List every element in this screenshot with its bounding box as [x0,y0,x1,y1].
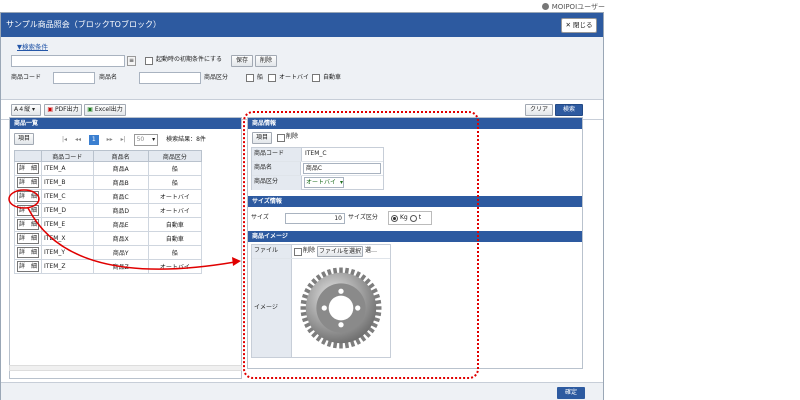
highlight-circle [8,189,40,209]
annotation-overlay [8,189,241,270]
annotation-arrow [27,207,236,270]
arrowhead-icon [232,257,241,266]
